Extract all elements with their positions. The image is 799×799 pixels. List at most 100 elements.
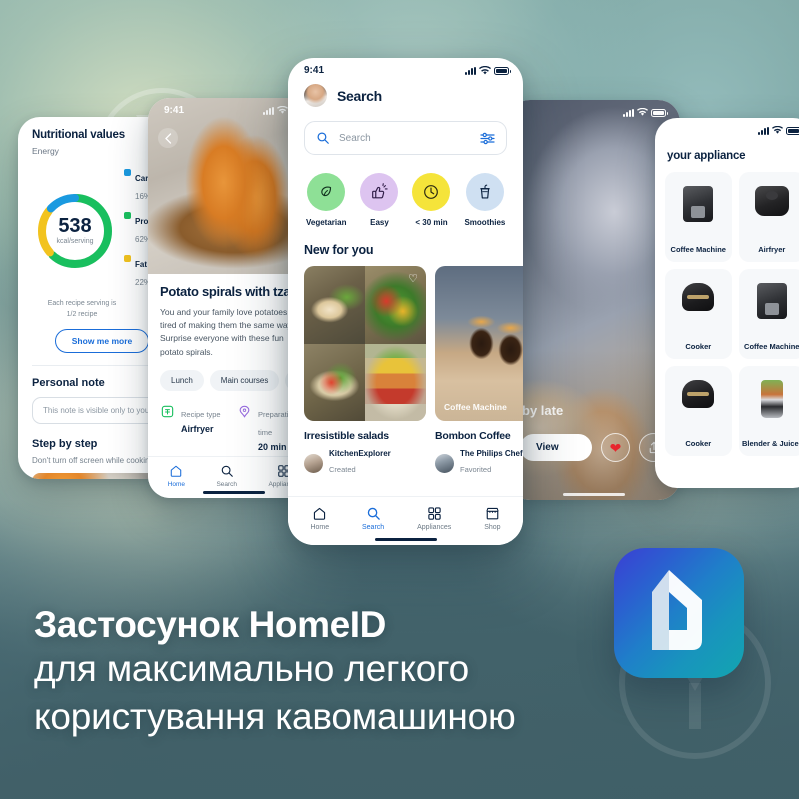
coffee-machine-icon xyxy=(756,283,787,319)
fact-label-recipe-type: Recipe type xyxy=(181,409,221,419)
filter-smoothies[interactable]: Smoothies xyxy=(464,173,505,227)
cooker-icon xyxy=(682,380,715,408)
appliance-card-coffee-machine-2[interactable]: Coffee Machine xyxy=(738,269,799,359)
battery-icon xyxy=(494,66,511,75)
headline-line-1: Застосунок HomeID xyxy=(34,604,386,645)
battery-icon xyxy=(786,126,799,135)
tab-home[interactable]: Home xyxy=(168,464,185,488)
tab-shop[interactable]: Shop xyxy=(484,506,501,531)
tab-search[interactable]: Search xyxy=(216,464,237,488)
quick-filters: Vegetarian Easy < 30 min Smoothies xyxy=(288,155,523,227)
wifi-icon xyxy=(637,108,648,116)
home-indicator xyxy=(563,493,625,496)
prep-icon xyxy=(239,405,250,418)
thumbs-up-icon xyxy=(360,173,399,211)
legend-label-fat: Fat xyxy=(135,260,147,269)
appliance-card-cooker-2[interactable]: Cooker xyxy=(665,366,732,456)
leaf-icon xyxy=(307,173,346,211)
card-title-0: Irresistible salads xyxy=(304,430,389,442)
tab-label-home: Home xyxy=(167,481,186,488)
battery-icon xyxy=(651,108,668,117)
filter-icon[interactable] xyxy=(480,132,495,145)
tab-appliances[interactable]: Appliances xyxy=(417,506,451,531)
avatar[interactable] xyxy=(304,84,327,107)
heart-icon: ❤ xyxy=(609,439,622,456)
card-media-coffee: Coffee Machine xyxy=(435,266,523,421)
status-icons xyxy=(465,65,511,76)
recipe-title: Potato spirals with tzatziki xyxy=(160,284,315,299)
search-icon xyxy=(221,465,233,477)
filter-under-30-min[interactable]: < 30 min xyxy=(412,173,451,227)
status-time: 9:41 xyxy=(164,105,185,116)
author-sub-0: Created xyxy=(329,465,356,475)
signal-icon xyxy=(263,106,274,115)
shop-icon xyxy=(486,507,499,520)
nutrition-donut-chart: 538 kcal/serving xyxy=(32,188,118,274)
appliances-grid: Coffee Machine Airfryer Cooker Coffee Ma… xyxy=(655,162,799,456)
search-header: Search xyxy=(288,78,523,107)
appliance-label-3: Coffee Machine xyxy=(744,342,799,351)
card-irresistible-salads[interactable]: ♡ Irresistible salads KitchenExplorer Cr… xyxy=(304,266,426,477)
author-sub-1: Favorited xyxy=(460,465,492,475)
status-time: 9:41 xyxy=(304,65,325,76)
appliance-card-blender[interactable]: Blender & Juicer xyxy=(738,366,799,456)
coffee-photo xyxy=(435,266,523,421)
appliance-card-cooker-1[interactable]: Cooker xyxy=(665,269,732,359)
appliances-icon xyxy=(428,507,441,520)
card-author-1: The Philips Chef Favorited xyxy=(435,449,523,477)
chip-main-courses[interactable]: Main courses xyxy=(209,369,280,391)
collage-tile-3 xyxy=(304,343,365,421)
card-badge-1: Coffee Machine xyxy=(444,402,507,412)
status-icons xyxy=(758,126,799,135)
legend-swatch-protein xyxy=(124,212,131,219)
tab-label-appliances: Appliances xyxy=(417,524,452,531)
phone-search: 9:41 Search Search Vegetarian Easy < 30 … xyxy=(288,58,523,545)
appliance-label-4: Cooker xyxy=(685,439,712,448)
back-button[interactable] xyxy=(158,128,178,148)
appliance-label-5: Blender & Juicer xyxy=(741,439,799,448)
author-name-0: KitchenExplorer xyxy=(329,449,391,458)
legend-swatch-carbs xyxy=(124,169,131,176)
wifi-icon xyxy=(277,106,288,114)
chip-lunch[interactable]: Lunch xyxy=(160,369,204,391)
search-input[interactable]: Search xyxy=(339,133,471,144)
favorite-icon[interactable]: ♡ xyxy=(408,274,418,285)
show-me-more-button[interactable]: Show me more xyxy=(54,329,150,353)
filter-label-smoothies: Smoothies xyxy=(464,218,506,227)
homeid-app-icon[interactable] xyxy=(614,548,744,678)
card-media-collage: ♡ xyxy=(304,266,426,421)
wifi-icon xyxy=(479,65,491,74)
collage-tile-1 xyxy=(304,266,365,344)
airfryer-icon xyxy=(161,405,174,417)
signal-icon xyxy=(758,126,769,135)
tab-search[interactable]: Search xyxy=(362,506,384,531)
appliance-card-coffee-machine-1[interactable]: Coffee Machine xyxy=(665,172,732,262)
tab-label-home: Home xyxy=(310,524,330,531)
fact-recipe-type: Recipe type Airfryer xyxy=(160,404,231,452)
home-icon xyxy=(171,465,182,477)
smoothie-icon xyxy=(465,173,504,211)
headline-block: Застосунок HomeID для максимально легког… xyxy=(34,604,516,740)
blender-icon xyxy=(760,380,783,418)
like-button[interactable]: ❤ xyxy=(601,433,630,462)
home-indicator xyxy=(203,491,265,494)
author-name-1: The Philips Chef xyxy=(460,449,523,458)
status-icons xyxy=(623,108,668,117)
appliance-card-airfryer[interactable]: Airfryer xyxy=(738,172,799,262)
search-icon xyxy=(317,132,329,144)
filter-easy[interactable]: Easy xyxy=(360,173,399,227)
appliances-heading: your appliance xyxy=(667,150,746,162)
card-bombon-coffee[interactable]: Coffee Machine Bombon Coffee The Philips… xyxy=(435,266,523,477)
legend-swatch-fat xyxy=(124,255,131,262)
nutrition-note: Each recipe serving is 1/2 recipe xyxy=(32,299,132,320)
search-icon xyxy=(367,507,380,520)
signal-icon xyxy=(465,66,476,75)
author-avatar xyxy=(435,453,454,473)
filter-vegetarian[interactable]: Vegetarian xyxy=(306,173,346,227)
tab-home[interactable]: Home xyxy=(310,506,329,531)
airfryer-icon xyxy=(754,186,789,216)
recipe-cards: ♡ Irresistible salads KitchenExplorer Cr… xyxy=(288,257,523,477)
search-bar[interactable]: Search xyxy=(304,121,507,155)
view-button[interactable]: View xyxy=(520,434,592,461)
appliance-label-1: Airfryer xyxy=(758,245,786,254)
